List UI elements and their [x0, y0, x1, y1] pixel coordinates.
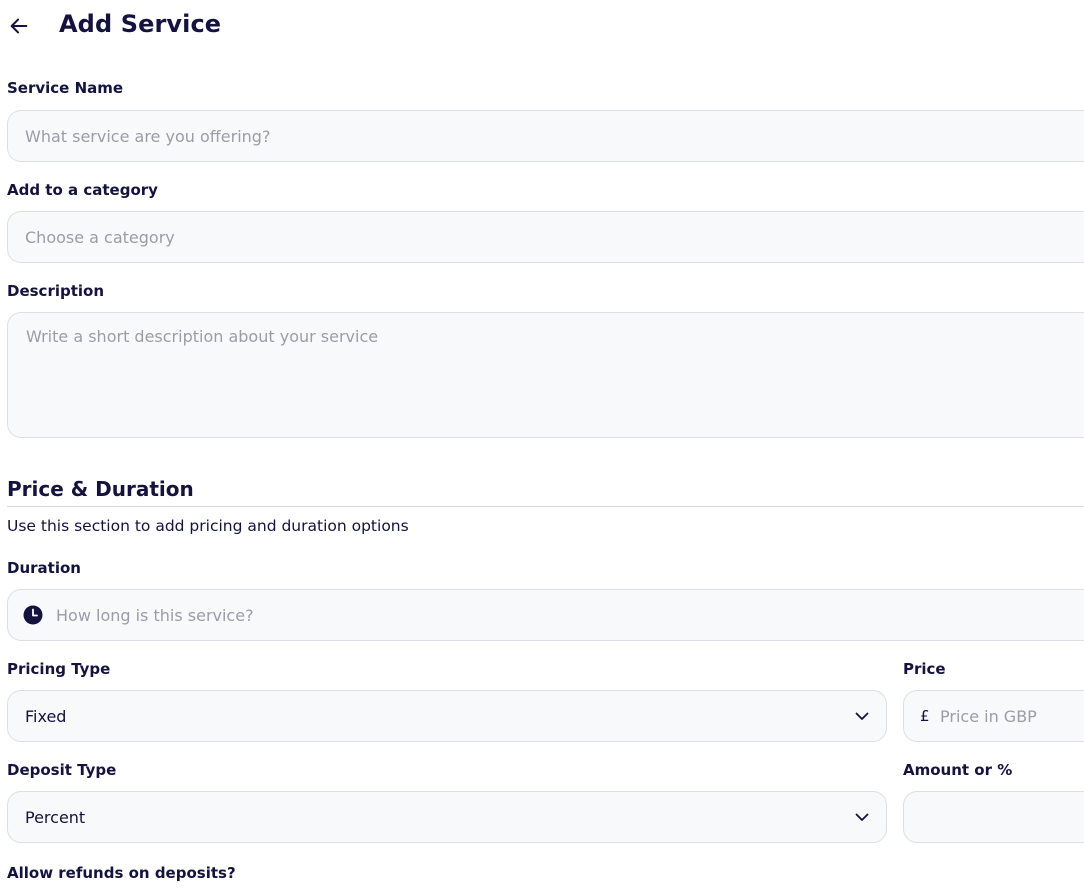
add-service-page: Add Service Service Name Add to a catego…: [0, 0, 1084, 892]
currency-symbol: £: [920, 707, 930, 725]
back-button[interactable]: [6, 13, 32, 39]
clock-icon: [23, 605, 43, 625]
chevron-down-icon: [855, 813, 869, 821]
pricing-type-label: Pricing Type: [7, 660, 111, 678]
price-label: Price: [903, 660, 946, 678]
amount-field: [903, 791, 1084, 843]
amount-label: Amount or %: [903, 761, 1013, 779]
description-field: [7, 312, 1084, 438]
page-title: Add Service: [59, 10, 222, 38]
duration-input[interactable]: [8, 590, 1084, 640]
deposit-type-label: Deposit Type: [7, 761, 117, 779]
deposit-type-select[interactable]: Percent: [7, 791, 887, 843]
price-input[interactable]: [904, 691, 1084, 741]
category-field: [7, 211, 1084, 263]
category-label: Add to a category: [7, 181, 158, 199]
deposit-type-value: Percent: [25, 807, 86, 827]
service-name-label: Service Name: [7, 79, 124, 97]
description-textarea[interactable]: [8, 313, 1084, 437]
description-label: Description: [7, 282, 105, 300]
price-field: £: [903, 690, 1084, 742]
category-input[interactable]: [8, 212, 1084, 262]
section-divider: [7, 506, 1084, 507]
duration-field: [7, 589, 1084, 641]
price-duration-title: Price & Duration: [7, 477, 194, 501]
chevron-down-icon: [855, 712, 869, 720]
service-name-input[interactable]: [8, 111, 1084, 161]
pricing-type-value: Fixed: [25, 706, 67, 726]
duration-label: Duration: [7, 559, 81, 577]
arrow-left-icon: [10, 18, 28, 34]
pricing-type-select[interactable]: Fixed: [7, 690, 887, 742]
header: Add Service: [0, 0, 1084, 54]
amount-input[interactable]: [904, 792, 1084, 842]
refunds-label: Allow refunds on deposits?: [7, 864, 236, 882]
service-name-field: [7, 110, 1084, 162]
price-duration-subtitle: Use this section to add pricing and dura…: [7, 517, 409, 535]
